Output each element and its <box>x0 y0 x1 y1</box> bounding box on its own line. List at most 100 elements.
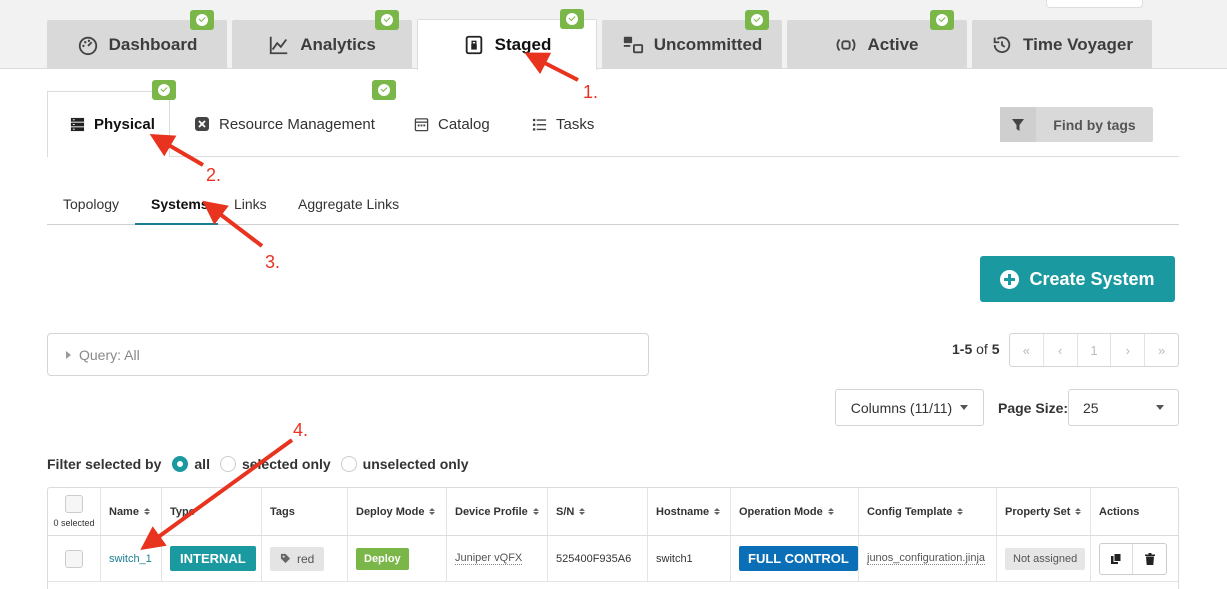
header-actions-label: Actions <box>1099 505 1140 518</box>
cell-sn: 525400F935A6 <box>548 536 648 581</box>
device-profile-value[interactable]: Juniper vQFX <box>455 552 523 565</box>
config-template-value[interactable]: junos_configuration.jinja <box>867 552 986 565</box>
table-header-row: 0 selected Name Type Tags Deploy Mode De… <box>48 488 1178 536</box>
subtab-links[interactable]: Links <box>234 196 267 212</box>
tab-catalog[interactable]: Catalog <box>414 91 490 157</box>
row-select-cell <box>48 536 101 581</box>
tag-badge[interactable]: red <box>270 546 325 571</box>
radio-unselected-only-label: unselected only <box>362 456 469 472</box>
columns-dropdown[interactable]: Columns (11/11) <box>835 389 984 426</box>
tab-physical[interactable]: Physical <box>47 91 170 157</box>
find-by-tags-button[interactable]: Find by tags <box>1000 107 1153 142</box>
header-operation-mode[interactable]: Operation Mode <box>731 488 859 535</box>
cell-name: switch_1 <box>101 536 162 581</box>
header-type[interactable]: Type <box>162 488 262 535</box>
subtab-topology[interactable]: Topology <box>63 196 119 212</box>
pager-next-button[interactable]: › <box>1111 334 1146 366</box>
pagination: « ‹ 1 › » <box>1009 333 1179 367</box>
pager-page-1[interactable]: 1 <box>1078 334 1112 366</box>
tab-dashboard-label: Dashboard <box>108 34 198 54</box>
subtab-systems[interactable]: Systems <box>151 196 209 212</box>
cell-device-profile: Juniper vQFX <box>447 536 548 581</box>
header-name[interactable]: Name <box>101 488 162 535</box>
active-subtab-underline <box>135 223 218 225</box>
annotation-arrow-3 <box>202 200 264 248</box>
staged-check-icon <box>560 9 584 29</box>
header-config-template-label: Config Template <box>867 505 953 518</box>
catalog-icon <box>414 117 429 131</box>
cell-tags: red <box>262 536 348 581</box>
pager-range: 1-5 <box>952 341 973 357</box>
plus-circle-icon <box>1000 269 1020 289</box>
pager-summary: 1-5 of 5 <box>952 341 1000 357</box>
delete-button[interactable] <box>1133 544 1166 574</box>
annotation-label-1: 1. <box>583 82 599 102</box>
tab-active-label: Active <box>867 34 919 54</box>
sn-value: 525400F935A6 <box>556 552 632 565</box>
header-hostname[interactable]: Hostname <box>648 488 731 535</box>
query-label: Query: All <box>79 346 140 363</box>
operation-mode-badge: FULL CONTROL <box>739 546 858 571</box>
trash-icon <box>1144 552 1155 565</box>
columns-label: Columns (11/11) <box>850 399 953 416</box>
radio-dot-selected[interactable] <box>172 456 189 472</box>
select-all-checkbox[interactable] <box>65 495 83 513</box>
radio-dot[interactable] <box>219 456 236 472</box>
page-size-select[interactable]: 25 <box>1068 389 1179 426</box>
radio-selected-only[interactable]: selected only <box>219 456 331 472</box>
annotation-label-4: 4. <box>293 420 309 440</box>
top-corner-panel <box>1046 0 1143 8</box>
resource-management-check-icon <box>372 80 396 100</box>
row-checkbox[interactable] <box>65 549 83 568</box>
radio-all[interactable]: all <box>172 456 210 472</box>
header-hostname-label: Hostname <box>656 505 710 518</box>
tag-icon <box>280 553 291 564</box>
sort-icon <box>957 508 964 515</box>
query-panel[interactable]: Query: All <box>47 333 649 376</box>
clone-button[interactable] <box>1100 543 1133 574</box>
copy-icon <box>1111 552 1122 564</box>
pager-last-button[interactable]: » <box>1145 334 1178 366</box>
analytics-check-icon <box>375 10 399 30</box>
sort-icon <box>579 508 586 515</box>
system-name-link[interactable]: switch_1 <box>109 553 152 565</box>
radio-unselected-only[interactable]: unselected only <box>340 456 469 472</box>
page-size-label: Page Size: <box>998 400 1069 416</box>
sort-icon <box>532 508 539 515</box>
time-voyager-icon <box>993 36 1011 53</box>
find-by-tags-label: Find by tags <box>1053 116 1136 133</box>
dashboard-icon <box>78 36 97 55</box>
tab-analytics-label: Analytics <box>300 34 376 54</box>
subtab-aggregate-links[interactable]: Aggregate Links <box>298 196 399 212</box>
header-device-profile-label: Device Profile <box>455 505 528 518</box>
tab-tasks-label: Tasks <box>556 115 595 133</box>
header-device-profile[interactable]: Device Profile <box>447 488 548 535</box>
pager-first-button[interactable]: « <box>1010 334 1044 366</box>
pager-prev-button[interactable]: ‹ <box>1044 334 1078 366</box>
active-check-icon <box>930 10 954 30</box>
chevron-down-icon <box>1156 405 1164 410</box>
header-deploy-mode-label: Deploy Mode <box>356 505 425 518</box>
create-system-button[interactable]: Create System <box>980 256 1175 302</box>
sort-icon <box>1075 508 1082 515</box>
header-operation-mode-label: Operation Mode <box>739 505 823 518</box>
row-actions <box>1099 542 1167 575</box>
systems-table: 0 selected Name Type Tags Deploy Mode De… <box>47 487 1179 589</box>
tab-resource-management[interactable]: Resource Management <box>194 91 375 157</box>
annotation-label-2: 2. <box>206 165 222 185</box>
header-property-set[interactable]: Property Set <box>997 488 1091 535</box>
sort-icon <box>827 508 834 515</box>
selected-count: 0 selected <box>53 518 95 528</box>
tab-time-voyager[interactable]: Time Voyager <box>972 20 1152 69</box>
tab-uncommitted-label: Uncommitted <box>653 34 763 54</box>
property-set-badge: Not assigned <box>1005 547 1086 570</box>
physical-check-icon <box>152 80 176 100</box>
tasks-icon <box>532 118 547 131</box>
header-deploy-mode[interactable]: Deploy Mode <box>348 488 447 535</box>
cell-deploy-mode: Deploy <box>348 536 447 581</box>
annotation-label-3: 3. <box>265 252 281 272</box>
header-sn[interactable]: S/N <box>548 488 648 535</box>
radio-dot[interactable] <box>340 456 357 472</box>
header-config-template[interactable]: Config Template <box>859 488 997 535</box>
dashboard-check-icon <box>190 10 214 30</box>
